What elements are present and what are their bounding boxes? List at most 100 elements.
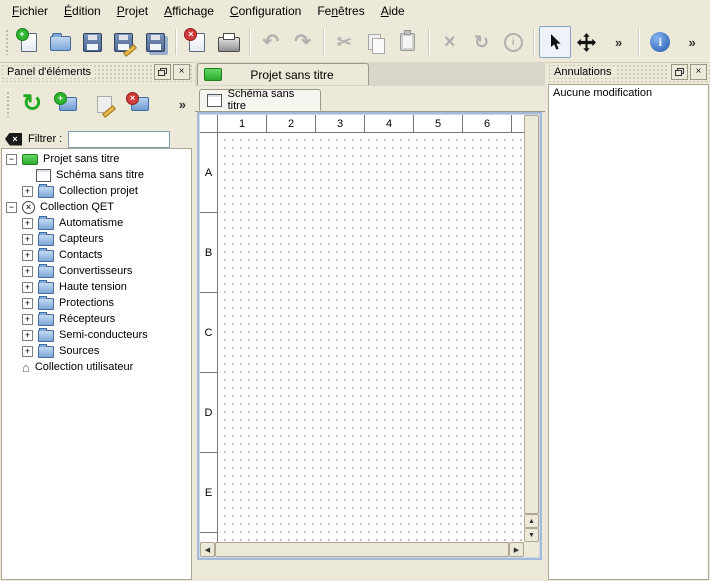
toolbar-grip[interactable] xyxy=(6,91,11,117)
tree-item-capteurs[interactable]: + Capteurs xyxy=(2,231,191,247)
save-button[interactable] xyxy=(76,26,108,58)
header-corner xyxy=(200,115,218,133)
panel-toolbar-overflow-button[interactable]: » xyxy=(179,97,186,112)
scroll-up-button[interactable]: ▲ xyxy=(524,514,539,528)
close-project-button[interactable]: × xyxy=(181,26,213,58)
toolbar-separator xyxy=(323,29,325,55)
vertical-scrollbar[interactable]: ▲ ▼ xyxy=(524,115,539,542)
row-header: D xyxy=(200,373,218,453)
cut-button[interactable]: ✂ xyxy=(329,26,361,58)
tree-item-sources[interactable]: + Sources xyxy=(2,343,191,359)
scroll-down-button[interactable]: ▼ xyxy=(524,528,539,542)
vertical-scrollbar-thumb[interactable] xyxy=(524,115,539,514)
menu-configuration[interactable]: Configuration xyxy=(222,1,309,21)
menu-aide[interactable]: Aide xyxy=(373,1,413,21)
scroll-right-button[interactable]: ▶ xyxy=(509,542,524,557)
tree-item-projet-sans-titre[interactable]: − Projet sans titre xyxy=(2,151,191,167)
about-info-button[interactable]: i xyxy=(644,26,676,58)
panel-float-button[interactable] xyxy=(154,64,171,80)
menu-affichage[interactable]: Affichage xyxy=(156,1,222,21)
expand-icon[interactable]: + xyxy=(22,330,33,341)
undo-panel: Annulations × Aucune modification xyxy=(547,62,710,581)
expand-icon[interactable]: + xyxy=(22,314,33,325)
paste-button[interactable] xyxy=(392,26,424,58)
panel-float-button[interactable] xyxy=(671,64,688,80)
save-all-button[interactable] xyxy=(140,26,172,58)
undo-history-list[interactable]: Aucune modification xyxy=(548,84,709,580)
menu-projet[interactable]: Projet xyxy=(109,1,156,21)
schema-canvas[interactable] xyxy=(218,133,524,542)
tree-item-protections[interactable]: + Protections xyxy=(2,295,191,311)
print-button[interactable] xyxy=(213,26,245,58)
rotate-button[interactable]: ↻ xyxy=(466,26,498,58)
horizontal-scrollbar[interactable]: ◀ ▶ xyxy=(200,542,524,557)
new-document-button[interactable]: + xyxy=(13,26,45,58)
tree-item-automatisme[interactable]: + Automatisme xyxy=(2,215,191,231)
menu-fichier[interactable]: Fichier xyxy=(4,1,56,21)
row-header: E xyxy=(200,453,218,533)
main-toolbar: + × ↶ ↷ ✂ × ↻ i » i » xyxy=(0,22,710,63)
project-workspace: Projet sans titre Schéma sans titre 1 2 … xyxy=(195,62,545,581)
toolbar-overflow-button[interactable]: » xyxy=(603,26,635,58)
expand-icon[interactable]: + xyxy=(22,234,33,245)
copy-icon xyxy=(368,34,381,50)
undo-button[interactable]: ↶ xyxy=(255,26,287,58)
open-project-button[interactable] xyxy=(44,26,76,58)
expand-icon[interactable]: + xyxy=(22,218,33,229)
tree-item-label: Projet sans titre xyxy=(43,153,119,165)
tree-item-haute-tension[interactable]: + Haute tension xyxy=(2,279,191,295)
row-header: C xyxy=(200,293,218,373)
element-info-button[interactable]: i xyxy=(497,26,529,58)
column-header: 3 xyxy=(316,115,365,133)
filter-input[interactable] xyxy=(68,131,170,148)
expand-icon[interactable]: + xyxy=(22,250,33,261)
tab-projet-sans-titre[interactable]: Projet sans titre xyxy=(197,63,369,85)
collapse-icon[interactable]: − xyxy=(6,202,17,213)
panel-close-button[interactable]: × xyxy=(690,64,707,80)
expand-icon[interactable]: + xyxy=(22,282,33,293)
scroll-left-button[interactable]: ◀ xyxy=(200,542,215,557)
menu-edition[interactable]: Édition xyxy=(56,1,109,21)
delete-element-button[interactable]: × xyxy=(122,87,158,121)
delete-icon: × xyxy=(444,32,456,52)
collapse-icon[interactable]: − xyxy=(6,154,17,165)
toolbar-separator xyxy=(533,29,535,55)
expand-icon[interactable]: + xyxy=(22,346,33,357)
tab-schema-sans-titre[interactable]: Schéma sans titre xyxy=(199,89,321,111)
expand-icon[interactable]: + xyxy=(22,186,33,197)
elements-panel-titlebar[interactable]: Panel d'éléments × xyxy=(0,62,193,82)
toolbar-grip[interactable] xyxy=(5,29,10,55)
tree-item-label: Protections xyxy=(59,297,114,309)
delete-button[interactable]: × xyxy=(434,26,466,58)
clear-filter-icon[interactable]: × xyxy=(5,133,22,146)
tree-item-schema-sans-titre[interactable]: Schéma sans titre xyxy=(2,167,191,183)
expand-icon[interactable]: + xyxy=(22,298,33,309)
tree-item-label: Convertisseurs xyxy=(59,265,132,277)
tree-item-collection-qet[interactable]: − Collection QET xyxy=(2,199,191,215)
move-mode-button[interactable] xyxy=(571,26,603,58)
project-icon xyxy=(22,154,38,165)
copy-button[interactable] xyxy=(360,26,392,58)
menu-fenetres[interactable]: Fenêtres xyxy=(309,1,372,21)
new-element-button[interactable]: + xyxy=(50,87,86,121)
reload-collections-button[interactable]: ↻ xyxy=(14,87,50,121)
redo-icon: ↷ xyxy=(294,32,311,52)
save-all-icon xyxy=(146,33,165,52)
tree-item-contacts[interactable]: + Contacts xyxy=(2,247,191,263)
tree-item-recepteurs[interactable]: + Récepteurs xyxy=(2,311,191,327)
toolbar-overflow-button-2[interactable]: » xyxy=(676,26,708,58)
tree-item-collection-utilisateur[interactable]: ⌂ Collection utilisateur xyxy=(2,359,191,375)
edit-element-button[interactable] xyxy=(86,87,122,121)
horizontal-scrollbar-thumb[interactable] xyxy=(215,542,509,557)
tree-item-convertisseurs[interactable]: + Convertisseurs xyxy=(2,263,191,279)
select-mode-button[interactable] xyxy=(539,26,571,58)
save-as-button[interactable] xyxy=(108,26,140,58)
folder-icon xyxy=(38,282,54,294)
expand-icon[interactable]: + xyxy=(22,266,33,277)
tree-item-collection-projet[interactable]: + Collection projet xyxy=(2,183,191,199)
panel-close-button[interactable]: × xyxy=(173,64,190,80)
undo-panel-titlebar[interactable]: Annulations × xyxy=(547,62,710,82)
redo-button[interactable]: ↷ xyxy=(287,26,319,58)
tree-item-semi-conducteurs[interactable]: + Semi-conducteurs xyxy=(2,327,191,343)
scrollbar-corner xyxy=(524,542,539,557)
